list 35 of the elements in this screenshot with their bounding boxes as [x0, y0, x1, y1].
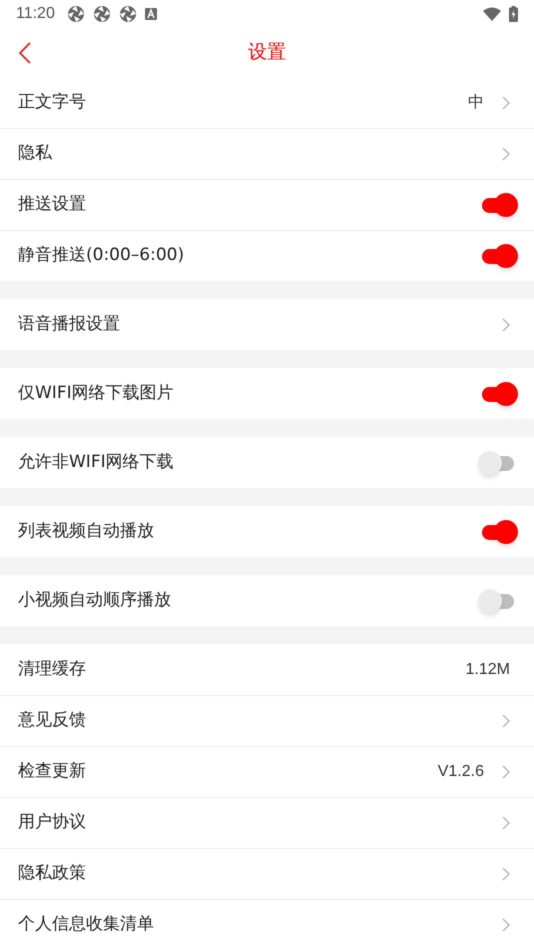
chevron-right-icon — [502, 714, 510, 728]
chevron-right-icon — [502, 918, 510, 932]
battery-icon — [509, 6, 518, 22]
row-label: 意见反馈 — [18, 709, 86, 732]
row-label: 检查更新 — [18, 760, 86, 784]
row-value: V1.2.6 — [438, 762, 484, 782]
row-label: 隐私 — [18, 142, 52, 166]
row-label: 个人信息收集清单 — [18, 913, 154, 936]
chevron-right-icon — [502, 318, 510, 332]
chevron-right-icon — [502, 96, 510, 110]
chevron-right-icon — [502, 765, 510, 779]
row-value: 1.12M — [466, 660, 510, 680]
chevron-right-icon — [502, 867, 510, 881]
page-title: 设置 — [248, 40, 286, 66]
row-label: 语音播报设置 — [18, 312, 120, 336]
row-label: 隐私政策 — [18, 862, 86, 886]
row-label: 用户协议 — [18, 811, 86, 834]
row-label: 仅WIFI网络下载图片 — [18, 382, 174, 405]
row-label: 推送设置 — [18, 193, 86, 216]
status-time: 11:20 — [16, 4, 55, 24]
aperture-icon — [92, 5, 111, 23]
wifi-icon — [483, 7, 501, 21]
chevron-right-icon — [502, 147, 510, 161]
row-label: 正文字号 — [18, 90, 86, 114]
row-label: 小视频自动顺序播放 — [18, 588, 171, 612]
back-icon — [19, 42, 31, 64]
keyboard-badge-icon — [144, 8, 157, 20]
aperture-icon — [118, 5, 137, 23]
aperture-icon — [66, 5, 85, 23]
row-label: 允许非WIFI网络下载 — [18, 450, 174, 474]
row-label: 静音推送(0:00–6:00) — [18, 244, 184, 268]
chevron-right-icon — [502, 816, 510, 830]
row-value: 中 — [468, 92, 484, 112]
row-label: 清理缓存 — [18, 658, 86, 681]
row-label: 列表视频自动播放 — [18, 520, 154, 543]
